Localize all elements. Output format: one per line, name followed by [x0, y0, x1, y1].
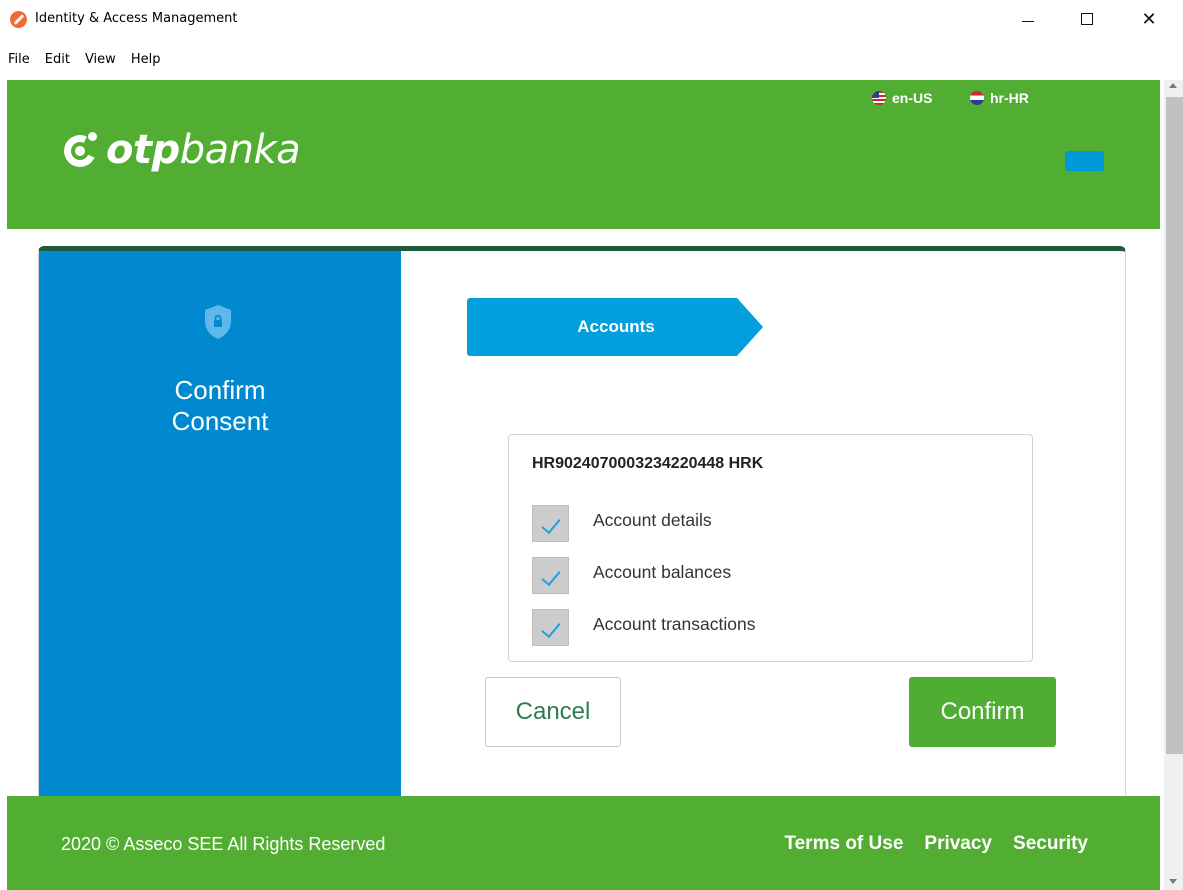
- menu-view[interactable]: View: [77, 52, 123, 67]
- account-number: HR9024070003234220448 HRK: [532, 455, 764, 472]
- consent-title: Confirm Consent: [171, 375, 269, 436]
- maximize-button[interactable]: [1064, 0, 1110, 38]
- scroll-up-arrow-icon[interactable]: [1169, 83, 1177, 88]
- permission-account-balances: Account balances: [532, 557, 731, 594]
- close-icon: ✕: [1141, 8, 1157, 30]
- terms-of-use-link[interactable]: Terms of Use: [784, 833, 903, 855]
- privacy-link[interactable]: Privacy: [924, 833, 992, 855]
- menu-edit[interactable]: Edit: [37, 52, 77, 67]
- account-balances-checkbox[interactable]: [532, 557, 569, 594]
- hr-flag-icon: [970, 91, 984, 105]
- language-en-us-label: en-US: [892, 90, 933, 106]
- language-hr-hr-label: hr-HR: [990, 90, 1029, 106]
- site-header: otpbanka en-US hr-HR: [7, 80, 1160, 229]
- window-title: Identity & Access Management: [35, 11, 238, 26]
- title-bar: Identity & Access Management ✕: [0, 0, 1183, 44]
- minimize-button[interactable]: [1005, 0, 1051, 38]
- close-button[interactable]: ✕: [1126, 0, 1172, 38]
- vertical-scrollbar[interactable]: [1164, 80, 1183, 890]
- menu-bar: File Edit View Help: [0, 47, 167, 71]
- account-transactions-checkbox[interactable]: [532, 609, 569, 646]
- account-permissions-box: HR9024070003234220448 HRK Account detail…: [508, 434, 1033, 662]
- us-flag-icon: [872, 91, 886, 105]
- logo-text: otpbanka: [106, 127, 301, 173]
- consent-card: Confirm Consent Accounts HR9024070003234…: [38, 246, 1126, 806]
- permission-account-transactions: Account transactions: [532, 609, 755, 646]
- footer-links: Terms of Use Privacy Security: [763, 833, 1088, 855]
- account-details-checkbox[interactable]: [532, 505, 569, 542]
- language-hr-hr[interactable]: hr-HR: [970, 90, 1029, 106]
- maximize-icon: [1081, 13, 1093, 25]
- permission-label: Account details: [593, 510, 712, 530]
- shield-lock-icon: [205, 305, 231, 339]
- language-en-us[interactable]: en-US: [872, 90, 932, 106]
- app-icon: [10, 11, 27, 28]
- scrollbar-thumb[interactable]: [1166, 97, 1183, 754]
- site-footer: 2020 © Asseco SEE All Rights Reserved Te…: [7, 796, 1160, 890]
- minimize-icon: [1022, 20, 1034, 22]
- header-action-button[interactable]: [1065, 151, 1104, 171]
- security-link[interactable]: Security: [1013, 833, 1088, 855]
- cancel-button[interactable]: Cancel: [485, 677, 621, 747]
- otpbanka-logo[interactable]: otpbanka: [59, 127, 301, 173]
- scroll-down-arrow-icon[interactable]: [1169, 879, 1177, 884]
- permission-label: Account transactions: [593, 614, 756, 634]
- confirm-button[interactable]: Confirm: [909, 677, 1056, 747]
- permission-account-details: Account details: [532, 505, 712, 542]
- app-window: Identity & Access Management ✕ File Edit…: [0, 0, 1183, 890]
- otp-logo-icon: [59, 130, 101, 172]
- permission-label: Account balances: [593, 562, 732, 582]
- step-accounts-label: Accounts: [467, 298, 737, 356]
- step-arrow: [737, 298, 763, 356]
- menu-help[interactable]: Help: [123, 52, 168, 67]
- step-indicator: Accounts: [467, 298, 763, 356]
- menu-file[interactable]: File: [0, 52, 37, 67]
- copyright-text: 2020 © Asseco SEE All Rights Reserved: [61, 834, 386, 854]
- consent-side-panel: Confirm Consent: [39, 251, 401, 805]
